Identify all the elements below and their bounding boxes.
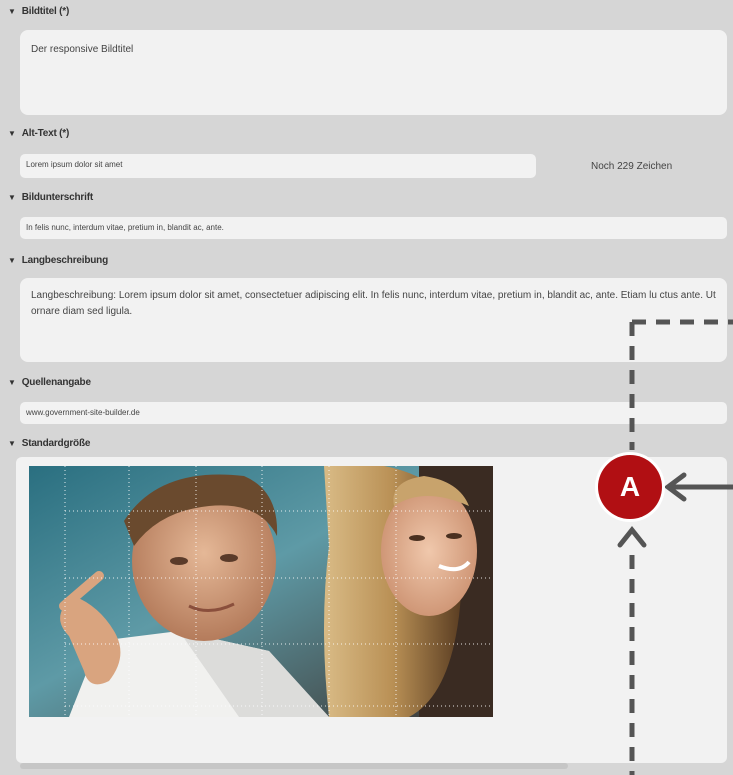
triangle-down-icon: ▼ [8,378,16,387]
bildunterschrift-value: In felis nunc, interdum vitae, pretium i… [26,223,224,232]
horizontal-scrollbar[interactable] [20,763,568,769]
section-label: Bildtitel (*) [21,6,70,17]
bildtitel-textarea[interactable]: Der responsive Bildtitel [20,30,727,115]
triangle-down-icon: ▼ [8,7,16,16]
section-langbeschreibung-header[interactable]: ▼ Langbeschreibung [8,255,108,266]
section-label: Bildunterschrift [21,192,93,203]
triangle-down-icon: ▼ [8,129,16,138]
section-label: Alt-Text (*) [21,128,70,139]
photo-illustration [29,466,493,717]
callout-letter: A [619,471,641,502]
section-quellenangabe-header[interactable]: ▼ Quellenangabe [8,377,91,388]
callout-marker-a: A [598,455,662,519]
arrow-up-icon [617,525,647,548]
annotation-overlay [617,319,733,775]
section-alttext-header[interactable]: ▼ Alt-Text (*) [8,128,69,139]
image-form-panel: ▼ Bildtitel (*) Der responsive Bildtitel … [0,0,733,775]
image-preview[interactable] [29,466,493,717]
quellenangabe-value: www.government-site-builder.de [26,408,140,417]
section-bildtitel-header[interactable]: ▼ Bildtitel (*) [8,6,69,17]
section-label: Langbeschreibung [21,255,108,266]
alttext-input[interactable]: Lorem ipsum dolor sit amet [20,154,536,178]
section-label: Standardgröße [21,438,91,449]
triangle-down-icon: ▼ [8,256,16,265]
section-bildunterschrift-header[interactable]: ▼ Bildunterschrift [8,192,93,203]
triangle-down-icon: ▼ [8,439,16,448]
arrow-left-icon [663,472,733,502]
triangle-down-icon: ▼ [8,193,16,202]
bildtitel-value: Der responsive Bildtitel [31,44,134,55]
bildunterschrift-input[interactable]: In felis nunc, interdum vitae, pretium i… [20,217,727,239]
section-label: Quellenangabe [21,377,91,388]
alttext-char-counter: Noch 229 Zeichen [591,161,673,172]
alttext-value: Lorem ipsum dolor sit amet [26,160,123,169]
section-standardgroesse-header[interactable]: ▼ Standardgröße [8,438,90,449]
